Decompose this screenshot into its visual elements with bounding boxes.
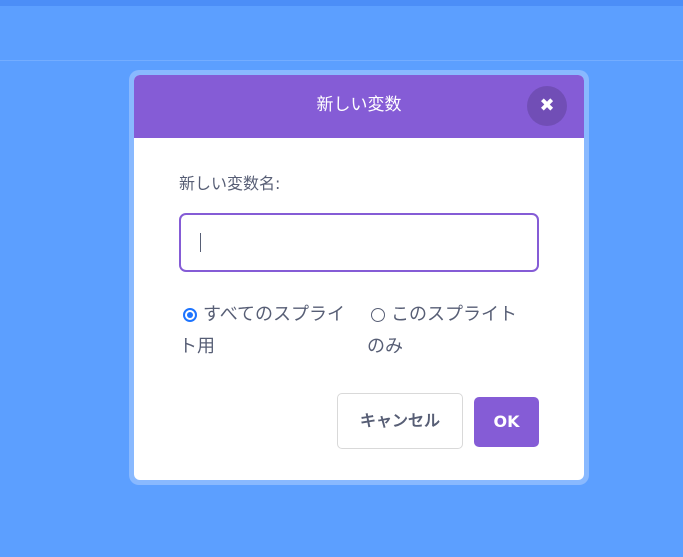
- scope-option-all-sprites[interactable]: すべてのスプライ ト用: [179, 300, 379, 364]
- scope-option-this-sprite-line2: のみ: [367, 336, 403, 357]
- scope-option-this-sprite-line1: このスプライト: [391, 304, 517, 325]
- variable-name-label: 新しい変数名:: [179, 174, 281, 193]
- scope-option-all-sprites-line2: ト用: [179, 336, 215, 357]
- text-caret: [200, 233, 201, 252]
- scope-option-all-sprites-line1: すべてのスプライ: [203, 304, 346, 325]
- ok-button[interactable]: OK: [474, 397, 539, 447]
- close-button[interactable]: ✖: [527, 86, 567, 126]
- variable-name-input[interactable]: [179, 213, 539, 272]
- radio-selected-icon[interactable]: [183, 308, 197, 322]
- cancel-button[interactable]: キャンセル: [337, 393, 463, 449]
- dialog-header: 新しい変数 ✖: [134, 75, 584, 138]
- new-variable-dialog: 新しい変数 ✖ 新しい変数名: すべてのスプライ ト用 このスプライト のみ キ…: [134, 75, 584, 480]
- dialog-title: 新しい変数: [316, 95, 402, 115]
- background-header-band: [0, 6, 683, 61]
- close-icon: ✖: [539, 95, 555, 116]
- radio-unselected-icon[interactable]: [371, 308, 385, 322]
- scope-option-this-sprite[interactable]: このスプライト のみ: [367, 300, 547, 364]
